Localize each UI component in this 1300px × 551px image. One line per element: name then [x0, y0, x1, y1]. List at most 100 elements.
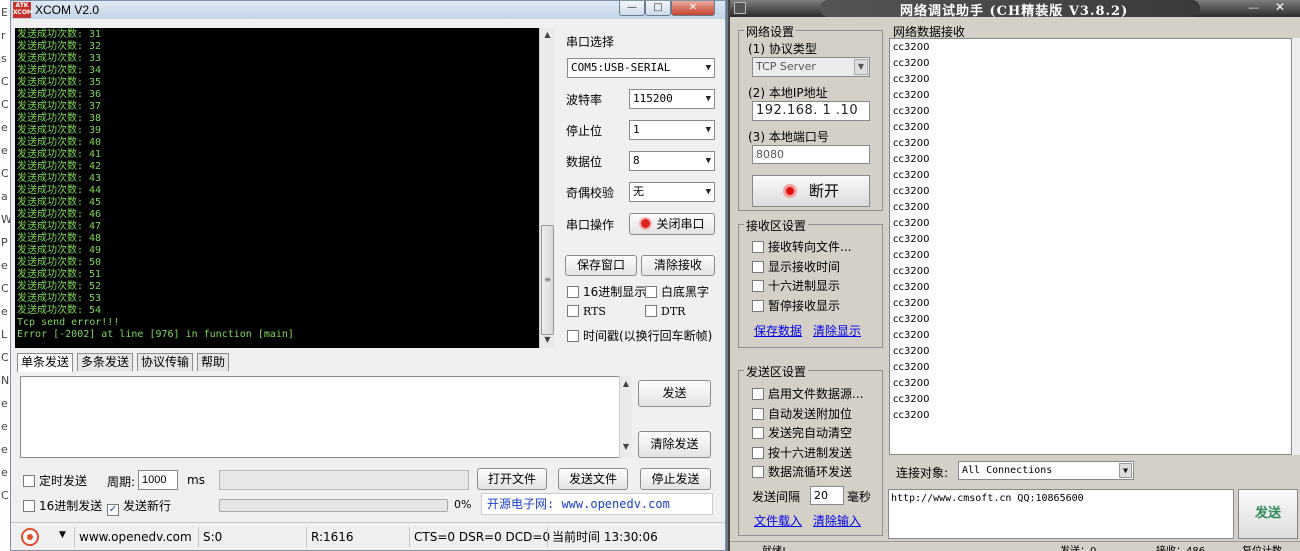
maximize-icon[interactable]: □	[645, 1, 671, 16]
scroll-down-icon[interactable]: ▼	[540, 333, 555, 347]
period-input[interactable]: 1000	[138, 470, 178, 490]
dtr-checkbox[interactable]: DTR	[645, 305, 685, 318]
send-button[interactable]: 发送	[638, 380, 711, 407]
app-menu-icon[interactable]	[734, 2, 746, 14]
checkbox-box[interactable]	[752, 280, 764, 292]
clear-receive-button[interactable]: 清除接收	[641, 255, 715, 276]
clear-send-button[interactable]: 清除发送	[638, 431, 711, 458]
send-scrollbar[interactable]: ▲ ▼	[619, 376, 632, 458]
file-path-field[interactable]	[219, 470, 469, 490]
recv-option-checkbox[interactable]: 接收转向文件...	[752, 238, 851, 255]
send-option-checkbox[interactable]: 发送完自动清空	[752, 424, 852, 441]
scroll-up-icon[interactable]: ▲	[620, 379, 632, 388]
rts-checkbox[interactable]: RTS	[567, 305, 606, 318]
settings-gear-icon[interactable]	[21, 528, 39, 546]
recv-line: cc3200	[893, 42, 930, 53]
hex-send-checkbox[interactable]: 16进制发送	[23, 497, 102, 514]
databit-select[interactable]: 8 ▼	[629, 151, 715, 171]
disconnect-button[interactable]: 断开	[752, 175, 870, 207]
checkbox-box[interactable]	[752, 407, 764, 420]
checkbox-box[interactable]	[752, 446, 764, 459]
close-icon[interactable]: ✕	[671, 1, 715, 16]
checkbox-box[interactable]	[752, 427, 764, 439]
baud-select[interactable]: 115200 ▼	[629, 89, 715, 109]
recv-line: cc3200	[893, 138, 930, 149]
checkbox-box[interactable]	[567, 305, 579, 317]
tab-multi-send[interactable]: 多条发送	[77, 353, 134, 371]
send-file-button[interactable]: 发送文件	[558, 468, 628, 490]
net-send-input[interactable]: http://www.cmsoft.cn QQ:10865600	[888, 489, 1234, 539]
load-file-link[interactable]: 文件载入	[754, 512, 802, 529]
close-port-button[interactable]: 关闭串口	[629, 213, 715, 235]
scroll-down-icon[interactable]: ▼	[620, 442, 632, 451]
background-strip-letter: e	[1, 420, 8, 433]
save-data-link[interactable]: 保存数据	[754, 322, 802, 339]
status-url[interactable]: www.openedv.com	[74, 527, 198, 547]
checkbox-box[interactable]	[752, 260, 764, 273]
checkbox-box[interactable]	[567, 286, 579, 298]
tab-help[interactable]: 帮助	[197, 353, 230, 371]
net-title-bar[interactable]: 网络调试助手 (CH精装版 V3.8.2) — ✕	[730, 0, 1300, 19]
send-option-checkbox[interactable]: 自动发送附加位	[752, 405, 852, 422]
terminal-scrollbar[interactable]: ▲ ≡ ▼	[539, 28, 555, 348]
checkbox-box[interactable]	[752, 466, 764, 478]
protocol-select[interactable]: TCP Server ▼	[752, 57, 870, 77]
background-strip-letter: L	[1, 328, 8, 341]
reset-count-button[interactable]: 复位计数	[1242, 542, 1282, 551]
parity-select[interactable]: 无 ▼	[629, 182, 715, 202]
send-option-checkbox[interactable]: 按十六进制发送	[752, 444, 852, 461]
clear-input-link[interactable]: 清除输入	[813, 512, 861, 529]
timestamp-checkbox[interactable]: 时间戳(以换行回车断帧)	[567, 327, 712, 344]
minimize-icon[interactable]: —	[619, 1, 645, 16]
minimize-icon[interactable]: —	[1248, 1, 1259, 14]
openedv-banner-link[interactable]: 开源电子网: www.openedv.com	[481, 493, 713, 515]
recv-option-checkbox[interactable]: 十六进制显示	[752, 277, 840, 294]
scroll-thumb[interactable]: ≡	[541, 225, 554, 335]
send-option-checkbox[interactable]: 启用文件数据源...	[752, 385, 863, 402]
tab-protocol[interactable]: 协议传输	[137, 353, 194, 371]
clear-display-link[interactable]: 清除显示	[813, 322, 861, 339]
chevron-down-icon[interactable]: ▼	[59, 530, 66, 540]
send-input[interactable]	[20, 376, 631, 458]
hex-display-label: 16进制显示	[583, 285, 647, 299]
timed-send-checkbox[interactable]: 定时发送	[23, 472, 87, 489]
white-black-checkbox[interactable]: 白底黑字	[645, 283, 709, 300]
checkbox-box[interactable]	[645, 305, 657, 317]
send-interval-unit: 毫秒	[847, 490, 872, 504]
local-port-input[interactable]: 8080	[752, 145, 870, 164]
send-option-checkbox[interactable]: 数据流循环发送	[752, 463, 852, 480]
port-select[interactable]: COM5:USB-SERIAL ▼	[567, 58, 715, 78]
checkbox-box[interactable]	[752, 299, 764, 312]
ip-input[interactable]: 192.168. 1 .10	[752, 101, 870, 121]
recv-line: cc3200	[893, 234, 930, 245]
checkbox-box[interactable]	[23, 500, 35, 512]
target-select[interactable]: All Connections ▼	[958, 461, 1134, 480]
scroll-up-icon[interactable]: ▲	[540, 28, 555, 42]
tab-single-send[interactable]: 单条发送	[17, 353, 74, 372]
checkbox-box[interactable]	[645, 286, 657, 298]
receive-terminal[interactable]: 发送成功次数: 31 发送成功次数: 32 发送成功次数: 33 发送成功次数: 34…	[15, 28, 539, 348]
checkbox-box[interactable]	[752, 388, 764, 400]
check-icon[interactable]: ✓	[107, 504, 119, 516]
checkbox-box[interactable]	[23, 475, 35, 487]
close-icon[interactable]: ✕	[1275, 0, 1285, 14]
send-newline-checkbox[interactable]: ✓ 发送新行	[107, 497, 171, 516]
recv-line: cc3200	[893, 90, 930, 101]
save-window-button[interactable]: 保存窗口	[565, 255, 637, 276]
recv-scrollbar[interactable]	[1292, 38, 1300, 455]
net-send-button[interactable]: 发送	[1238, 489, 1298, 539]
stopbit-select[interactable]: 1 ▼	[629, 120, 715, 140]
recv-line: cc3200	[893, 170, 930, 181]
recv-option-checkbox[interactable]: 暂停接收显示	[752, 297, 840, 314]
send-interval-input[interactable]: 20	[810, 486, 844, 505]
stop-send-button[interactable]: 停止发送	[640, 468, 711, 490]
recv-text-area[interactable]: cc3200 cc3200 cc3200 cc3200 cc3200 cc3200 cc32…	[889, 38, 1292, 455]
xcom-title-bar[interactable]: ATK XCOM XCOM V2.0 — □ ✕	[11, 1, 725, 19]
hex-display-checkbox[interactable]: 16进制显示	[567, 283, 646, 300]
checkbox-box[interactable]	[752, 241, 764, 253]
checkbox-box[interactable]	[567, 330, 579, 342]
send-progress-bar	[219, 499, 448, 512]
open-file-button[interactable]: 打开文件	[477, 468, 547, 490]
option-label: 按十六进制发送	[768, 445, 853, 460]
recv-option-checkbox[interactable]: 显示接收时间	[752, 258, 840, 275]
